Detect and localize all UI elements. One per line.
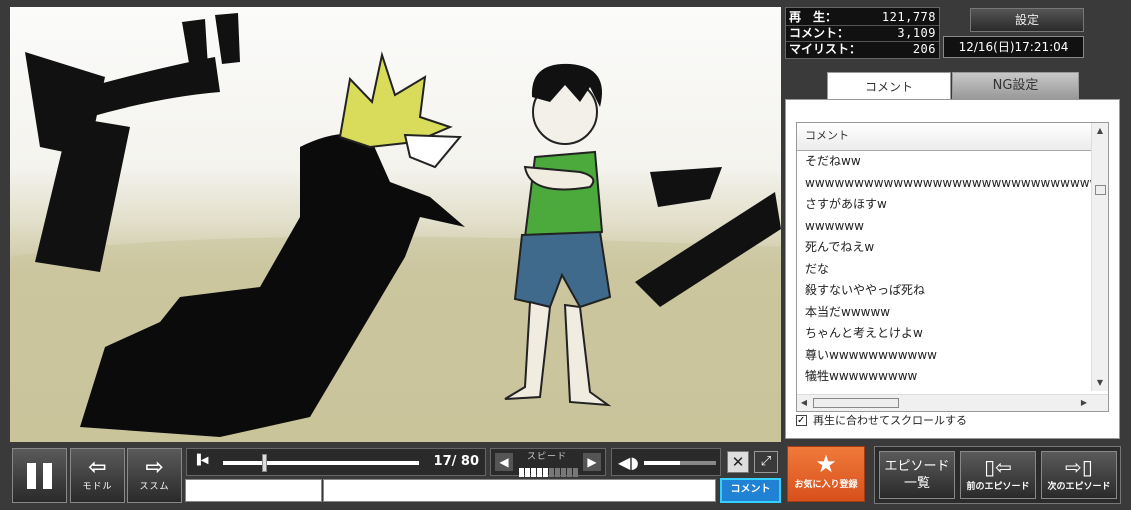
scroll-thumb[interactable]: [1095, 185, 1106, 195]
comment-row[interactable]: だな: [797, 259, 1092, 281]
pause-icon: [27, 463, 36, 489]
left-arrow-icon: ⇦: [88, 455, 107, 480]
speed-segment: [537, 468, 542, 477]
speed-down-icon[interactable]: ◀: [495, 453, 513, 471]
speed-up-icon[interactable]: ▶: [583, 453, 601, 471]
volume-slider[interactable]: [644, 461, 716, 465]
comment-list[interactable]: コメント そだねww wwwwwwwwwwwwwwwwwwwwwwwwwwwwww…: [796, 122, 1109, 412]
episode-list-label: エピソード一覧: [884, 459, 950, 491]
checkbox-icon[interactable]: [796, 414, 807, 427]
speed-segment: [573, 468, 578, 477]
video-player[interactable]: [10, 7, 781, 442]
right-arrow-icon: ⇨: [145, 455, 164, 480]
comment-input[interactable]: [323, 479, 716, 502]
comment-row[interactable]: 尊いwwwwwwwwwww: [797, 345, 1092, 367]
comment-panel: コメント そだねww wwwwwwwwwwwwwwwwwwwwwwwwwwwwww…: [785, 99, 1120, 439]
close-icon: ✕: [731, 453, 745, 471]
speed-segment: [555, 468, 560, 477]
comment-row[interactable]: wwwwwwwwwwwwwwwwwwwwwwwwwwwwwww: [797, 173, 1092, 195]
prev-episode-button[interactable]: ▯⇦ 前のエピソード: [960, 451, 1036, 499]
speed-segment: [519, 468, 524, 477]
seek-track[interactable]: [223, 461, 419, 465]
scroll-down-icon[interactable]: ▼: [1092, 375, 1108, 391]
speed-segment: [567, 468, 572, 477]
fullscreen-button[interactable]: ⤢: [754, 451, 778, 473]
comment-row[interactable]: 殺すないややっぱ死ね: [797, 280, 1092, 302]
speaker-icon[interactable]: ◀◗: [618, 453, 639, 472]
forward-button[interactable]: ⇨ ススム: [127, 448, 182, 503]
comment-list-header[interactable]: コメント: [797, 123, 1108, 151]
speed-segment: [531, 468, 536, 477]
comment-submit-button[interactable]: コメント: [720, 478, 781, 503]
comment-row[interactable]: 死んでねえw: [797, 237, 1092, 259]
tab-ng-settings[interactable]: NG設定: [952, 72, 1079, 99]
next-episode-button[interactable]: ⇨▯ 次のエピソード: [1041, 451, 1117, 499]
speed-segment: [543, 468, 548, 477]
comments-label: コメント：: [789, 26, 850, 40]
comments-value: 3,109: [897, 26, 936, 40]
mylist-stat: マイリスト： 206: [789, 42, 936, 57]
next-episode-icon: ⇨▯: [1065, 455, 1093, 479]
speed-segment: [525, 468, 530, 477]
seek-knob[interactable]: [262, 454, 268, 472]
scroll-left-icon[interactable]: ◀: [797, 395, 811, 411]
episode-list-button[interactable]: エピソード一覧: [879, 451, 955, 499]
fullscreen-icon: ⤢: [760, 454, 772, 469]
comment-row[interactable]: wwwwww: [797, 216, 1092, 238]
autoscroll-label: 再生に合わせてスクロールする: [813, 414, 967, 427]
mylist-label: マイリスト：: [789, 42, 862, 56]
seek-bar[interactable]: ▐◀ 17/ 80: [186, 448, 486, 476]
back-button[interactable]: ⇦ モドル: [70, 448, 125, 503]
volume-control[interactable]: ◀◗: [611, 448, 721, 476]
settings-button[interactable]: 設定: [970, 8, 1084, 32]
speed-label: スピード: [527, 452, 568, 462]
stats-panel: 再 生： 121,778 コメント： 3,109 マイリスト： 206: [785, 7, 940, 59]
hide-comments-button[interactable]: ✕: [727, 451, 749, 473]
skip-start-icon[interactable]: ▐◀: [193, 455, 208, 466]
scroll-right-icon[interactable]: ▶: [1077, 395, 1091, 411]
comment-row[interactable]: さすがあほすw: [797, 194, 1092, 216]
vertical-scrollbar[interactable]: ▲ ▼: [1091, 123, 1108, 391]
comments-stat: コメント： 3,109: [789, 26, 936, 41]
time-display: 17/ 80: [433, 454, 479, 469]
scroll-up-icon[interactable]: ▲: [1092, 123, 1108, 139]
star-icon: ★: [815, 450, 837, 478]
comment-row[interactable]: 犠牲wwwwwwwww: [797, 366, 1092, 388]
comment-row[interactable]: そだねww: [797, 151, 1092, 173]
favorite-label: お気に入り登録: [794, 480, 858, 490]
pause-button[interactable]: [12, 448, 67, 503]
prev-episode-icon: ▯⇦: [984, 455, 1012, 479]
hscroll-thumb[interactable]: [813, 398, 899, 408]
speed-control[interactable]: スピード ◀ ▶: [490, 448, 606, 477]
autoscroll-checkbox[interactable]: 再生に合わせてスクロールする: [796, 414, 967, 427]
views-label: 再 生：: [789, 10, 838, 24]
comment-row[interactable]: 本当だwwwww: [797, 302, 1092, 324]
command-input[interactable]: [185, 479, 322, 502]
prev-episode-label: 前のエピソード: [966, 482, 1030, 492]
back-caption: モドル: [82, 482, 113, 492]
forward-caption: ススム: [139, 482, 170, 492]
comment-row[interactable]: ちゃんと考えとけよw: [797, 323, 1092, 345]
episode-nav: エピソード一覧 ▯⇦ 前のエピソード ⇨▯ 次のエピソード: [874, 446, 1121, 504]
favorite-button[interactable]: ★ お気に入り登録: [787, 446, 865, 502]
views-value: 121,778: [881, 10, 936, 24]
clock-display: 12/16(日)17:21:04: [943, 36, 1084, 58]
speed-segment: [561, 468, 566, 477]
next-episode-label: 次のエピソード: [1047, 482, 1111, 492]
horizontal-scrollbar[interactable]: ◀ ▶: [797, 394, 1108, 411]
mylist-value: 206: [912, 42, 936, 56]
anime-frame: [10, 13, 781, 442]
tab-comment[interactable]: コメント: [827, 72, 951, 100]
speed-segment: [549, 468, 554, 477]
views-stat: 再 生： 121,778: [789, 10, 936, 25]
